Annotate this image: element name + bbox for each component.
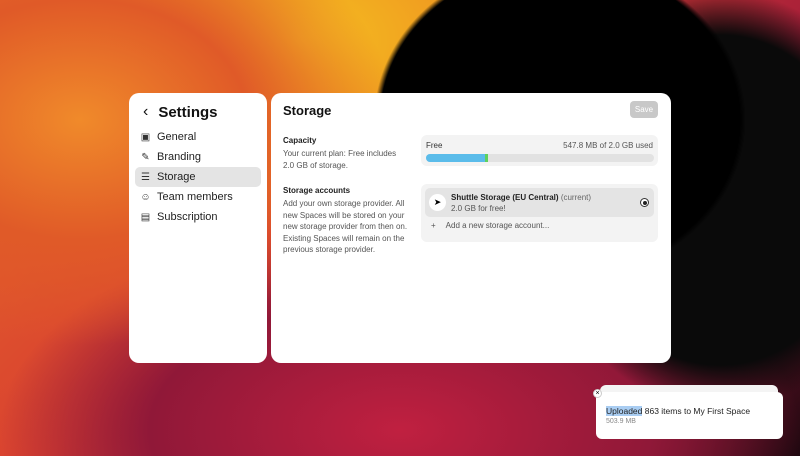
- storage-account-row[interactable]: ➤ Shuttle Storage (EU Central) (current)…: [425, 188, 654, 217]
- account-radio-selected[interactable]: [640, 198, 649, 207]
- capacity-card: Free 547.8 MB of 2.0 GB used: [421, 135, 658, 166]
- sidebar-item-label: Subscription: [157, 211, 218, 223]
- sidebar-item-team-members[interactable]: ☺ Team members: [135, 187, 261, 207]
- sidebar-item-label: Storage: [157, 171, 196, 183]
- sidebar-title: Settings: [158, 103, 218, 121]
- sidebar-item-label: General: [157, 131, 197, 143]
- usage-text: 547.8 MB of 2.0 GB used: [563, 141, 653, 150]
- storage-accounts-description: Add your own storage provider. All new S…: [283, 199, 408, 254]
- account-name: Shuttle Storage (EU Central): [451, 193, 559, 202]
- settings-sidebar: ‹ Settings ▣ General ✎ Branding ☰ Storage ☺ T…: [129, 93, 267, 363]
- plan-name: Free: [426, 141, 443, 150]
- storage-accounts-list: ➤ Shuttle Storage (EU Central) (current)…: [421, 184, 658, 242]
- add-storage-account-button[interactable]: + Add a new storage account...: [431, 221, 549, 230]
- storage-icon: ☰: [141, 171, 150, 183]
- building-icon: ▣: [140, 131, 151, 143]
- toast-message: Uploaded 863 items to My First Space: [606, 406, 750, 416]
- sidebar-item-storage[interactable]: ☰ Storage: [135, 167, 261, 187]
- sidebar-item-subscription[interactable]: ▤ Subscription: [135, 207, 261, 227]
- progress-fill-extra: [485, 154, 488, 162]
- back-chevron-icon[interactable]: ‹: [143, 103, 148, 121]
- user-icon: ☺: [140, 191, 151, 203]
- add-storage-account-label: Add a new storage account...: [445, 221, 550, 230]
- sidebar-item-label: Branding: [157, 151, 202, 163]
- toast-highlight: Uploaded: [606, 406, 643, 416]
- close-icon[interactable]: ×: [593, 389, 602, 398]
- sidebar-item-label: Team members: [157, 191, 233, 203]
- storage-panel: Storage Save Capacity Your current plan:…: [271, 93, 671, 363]
- shuttle-logo-icon: ➤: [429, 194, 446, 211]
- upload-toast: × Uploaded 863 items to My First Space 5…: [593, 389, 783, 439]
- page-title: Storage: [283, 103, 332, 118]
- toast-message-rest: 863 items to My First Space: [642, 406, 751, 416]
- progress-fill-used: [426, 154, 486, 162]
- account-subtitle: 2.0 GB for free!: [451, 204, 506, 213]
- toast-size: 503.9 MB: [606, 418, 636, 425]
- current-tag: (current): [560, 193, 592, 202]
- brush-icon: ✎: [141, 151, 150, 163]
- card-icon: ▤: [140, 211, 151, 223]
- capacity-label: Capacity: [283, 136, 317, 145]
- plus-icon: +: [431, 221, 436, 230]
- storage-progress-bar: [426, 154, 654, 162]
- storage-accounts-label: Storage accounts: [283, 186, 351, 195]
- sidebar-item-branding[interactable]: ✎ Branding: [135, 147, 261, 167]
- save-button[interactable]: Save: [630, 101, 658, 118]
- capacity-description: Your current plan: Free includes 2.0 GB …: [283, 149, 397, 170]
- sidebar-item-general[interactable]: ▣ General: [135, 127, 261, 147]
